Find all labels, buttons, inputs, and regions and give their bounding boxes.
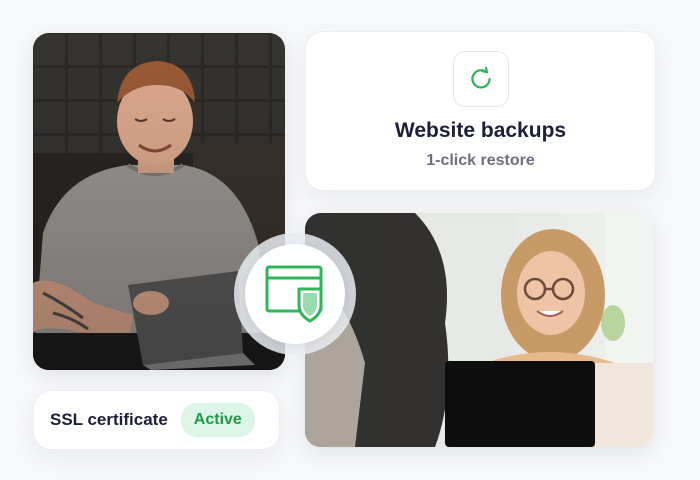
ssl-certificate-card: SSL certificate Active [33,390,280,450]
website-backups-subtitle: 1-click restore [426,152,535,169]
center-badge-inner [245,244,345,344]
ssl-status-badge: Active [180,403,255,437]
center-badge [234,233,356,355]
website-backups-title: Website backups [394,119,567,142]
restore-icon-box [452,51,509,107]
browser-shield-icon [265,265,323,323]
website-backups-card: Website backups 1-click restore [305,31,656,191]
ssl-certificate-label: SSL certificate [50,410,168,429]
photo-woman-with-laptop [305,213,653,447]
restore-icon [470,66,491,89]
